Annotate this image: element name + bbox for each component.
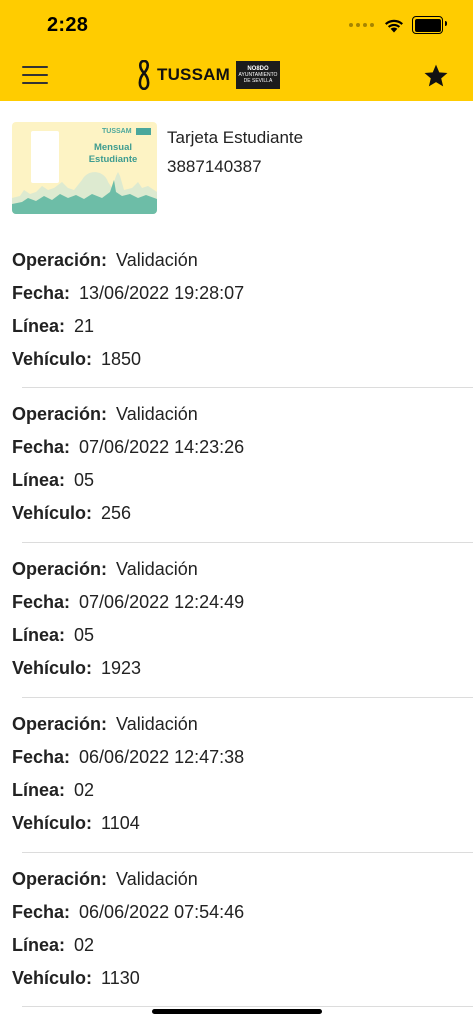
vehicle-row: Vehículo: 1850 [12, 349, 142, 369]
status-time: 2:28 [47, 14, 89, 36]
date-row: Fecha: 06/06/2022 12:47:38 [12, 747, 245, 767]
card-image: TUSSAM Mensual Estudiante [12, 122, 157, 214]
card-brand-badge [136, 128, 151, 135]
ayuntamiento-sevilla-logo: NO8DO AYUNTAMIENTO DE SEVILLA [235, 61, 280, 89]
divider [22, 1006, 473, 1007]
divider [22, 387, 473, 388]
operation-row: Operación: Validación [12, 714, 198, 734]
date-row: Fecha: 13/06/2022 19:28:07 [12, 283, 245, 303]
date-row: Fecha: 07/06/2022 12:24:49 [12, 592, 245, 612]
operation-row: Operación: Validación [12, 250, 198, 270]
operation-row: Operación: Validación [12, 869, 198, 889]
tussam-logo: TUSSAM NO8DO AYUNTAMIENTO DE SEVILLA [136, 60, 280, 90]
vehicle-row: Vehículo: 1104 [12, 813, 140, 833]
star-icon[interactable] [423, 63, 449, 89]
vehicle-row: Vehículo: 1923 [12, 658, 142, 678]
home-indicator[interactable] [152, 1009, 322, 1014]
app-header: 2:28 TUSSAM NO8DO AYUNTAMIENTO DE SEVILL… [0, 0, 473, 101]
line-row: Línea: 02 [12, 935, 95, 955]
line-row: Línea: 21 [12, 316, 95, 336]
divider [22, 697, 473, 698]
operation-row: Operación: Validación [12, 404, 198, 424]
card-brand: TUSSAM [102, 128, 132, 135]
battery-icon [412, 16, 447, 34]
operation-row: Operación: Validación [12, 559, 198, 579]
card-type-label: Mensual Estudiante [88, 142, 138, 165]
card-number: 3887140387 [167, 157, 262, 176]
divider [22, 852, 473, 853]
vehicle-row: Vehículo: 1130 [12, 968, 140, 988]
card-name: Tarjeta Estudiante [167, 128, 304, 147]
vehicle-row: Vehículo: 256 [12, 503, 132, 523]
status-indicators [349, 16, 447, 34]
logo-text: TUSSAM [157, 65, 230, 84]
date-row: Fecha: 06/06/2022 07:54:46 [12, 902, 245, 922]
tussam-s-icon [138, 60, 150, 90]
cellular-signal-icon [349, 23, 374, 27]
line-row: Línea: 02 [12, 780, 95, 800]
divider [22, 542, 473, 543]
line-row: Línea: 05 [12, 470, 95, 490]
wifi-icon [385, 19, 403, 32]
line-row: Línea: 05 [12, 625, 95, 645]
seville-skyline-illustration [12, 172, 157, 214]
date-row: Fecha: 07/06/2022 14:23:26 [12, 437, 245, 457]
hamburger-icon[interactable] [22, 66, 48, 84]
